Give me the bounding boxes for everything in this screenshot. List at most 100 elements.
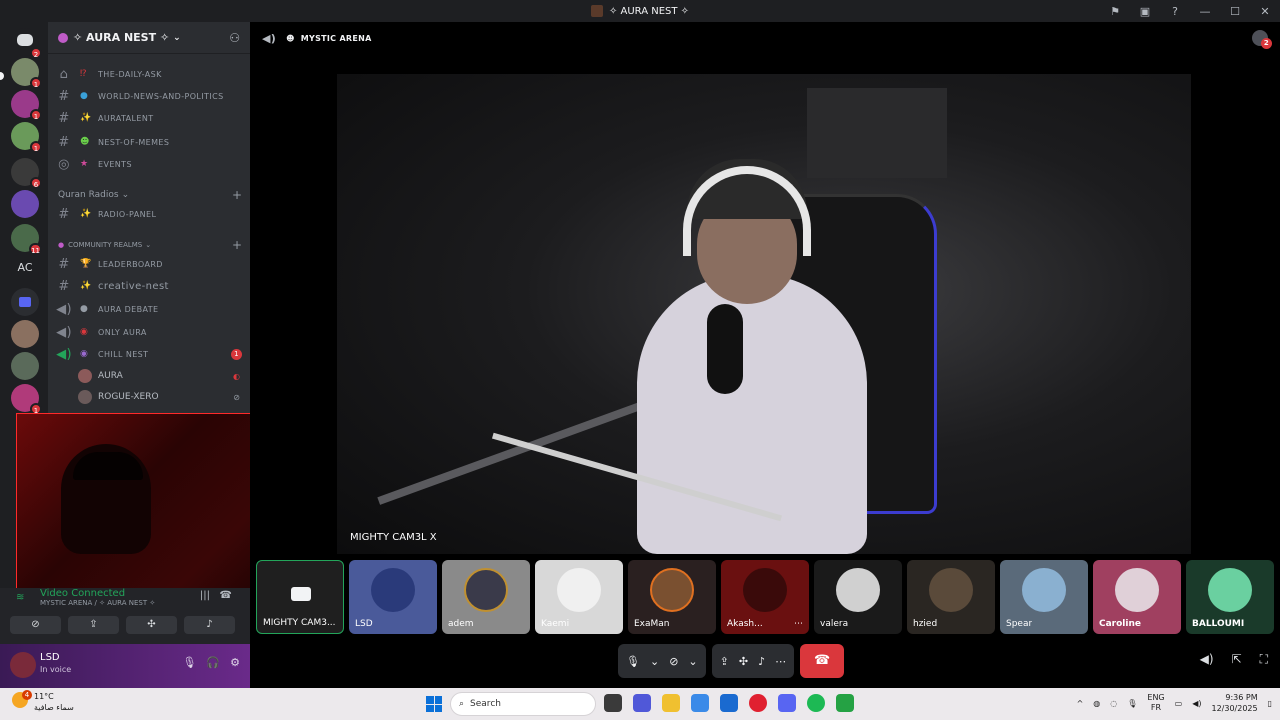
server-icon[interactable] (11, 320, 39, 348)
channel-world-news[interactable]: # ● WORLD-NEWS-AND-POLITICS (56, 86, 242, 106)
create-channel-icon[interactable]: + (232, 238, 242, 252)
noise-suppression-icon[interactable]: ||| (200, 590, 210, 601)
disconnect-icon[interactable]: ☎ (220, 590, 232, 601)
settings-gear-icon[interactable]: ⚙ (230, 656, 240, 669)
more-options-icon[interactable]: ⋯ (775, 655, 786, 668)
language-indicator[interactable]: ENG FR (1147, 693, 1164, 713)
chevron-down-icon[interactable]: ⌄ (688, 655, 697, 668)
activities-button[interactable]: ✣ (126, 616, 177, 634)
fullscreen-icon[interactable]: ⛶ (1260, 652, 1268, 667)
voice-user[interactable]: AURA ◐ (78, 367, 240, 385)
screen-share-button[interactable]: ⇪ (68, 616, 119, 634)
wifi-off-icon[interactable]: ◌ (1110, 699, 1117, 708)
inbox-icon[interactable]: 2 (1252, 30, 1272, 49)
participant-tile[interactable]: Caroline (1093, 560, 1181, 634)
participant-tile[interactable]: Akash... ⋯ (721, 560, 809, 634)
channel-leaderboard[interactable]: # 🏆 LEADERBOARD (56, 254, 242, 274)
close-button[interactable]: ✕ (1250, 5, 1280, 18)
pop-out-icon[interactable]: ⇱ (1232, 652, 1242, 667)
participant-strip: MIGHTY CAM3... LSD adem Kaemi ExaMan Aka… (256, 560, 1280, 634)
voice-user[interactable]: ROGUE-XERO ⊘ (78, 388, 240, 406)
server-ac[interactable]: AC (11, 254, 39, 282)
file-explorer-icon[interactable] (662, 694, 680, 712)
volume-icon[interactable]: ◀) (1200, 652, 1214, 667)
microphone-icon[interactable]: 🎙 (1127, 699, 1137, 708)
folder-icon[interactable] (11, 288, 39, 316)
category-community-realms[interactable]: ● COMMUNITY REALMS ⌄ + (58, 238, 242, 252)
help-icon[interactable]: ? (1160, 5, 1190, 18)
add-member-icon[interactable]: ⚇ (229, 31, 240, 45)
camera-off-icon[interactable]: ⊘ (669, 655, 678, 668)
channel-nest-of-memes[interactable]: # ☻ NEST-OF-MEMES (56, 132, 242, 152)
participant-tile[interactable]: Kaemi (535, 560, 623, 634)
screen-share-icon[interactable]: ⇪ (720, 655, 729, 668)
soundboard-icon[interactable]: ♪ (758, 655, 765, 668)
channel-creative-nest[interactable]: # ✨ creative-nest (56, 276, 242, 296)
copilot-icon[interactable] (691, 694, 709, 712)
inbox-flag-icon[interactable]: ⚑ (1100, 5, 1130, 18)
avatar[interactable] (10, 652, 36, 678)
microphone-icon[interactable]: 🎙 (626, 655, 640, 668)
create-channel-icon[interactable]: + (232, 188, 242, 202)
opera-icon[interactable] (749, 694, 767, 712)
whatsapp-icon[interactable] (836, 694, 854, 712)
channel-events[interactable]: ◎ ★ EVENTS (56, 154, 242, 174)
participant-tile[interactable]: valera (814, 560, 902, 634)
windows-start-icon[interactable] (426, 696, 442, 712)
chevron-down-icon[interactable]: ⌄ (650, 655, 659, 668)
channel-auratalent[interactable]: # ✨ AURATALENT (56, 108, 242, 128)
activities-icon[interactable]: ✣ (739, 655, 748, 668)
participant-tile[interactable]: BALLOUMI (1186, 560, 1274, 634)
weather-widget[interactable]: 4 11°C سماء صافية (12, 690, 74, 712)
disconnect-button[interactable]: ☎ (800, 644, 845, 678)
clock[interactable]: 9:36 PM 12/30/2025 (1211, 692, 1257, 714)
participant-tile[interactable]: adem (442, 560, 530, 634)
participant-tile[interactable]: Spear (1000, 560, 1088, 634)
server-icon[interactable]: 1 (11, 122, 42, 153)
notifications-icon[interactable]: ▯ (1268, 699, 1272, 708)
server-icon[interactable]: 1 (11, 90, 42, 121)
minimize-button[interactable]: — (1190, 5, 1220, 18)
soundboard-button[interactable]: ♪ (184, 616, 235, 634)
server-icon[interactable]: 1 (11, 58, 42, 89)
voice-location[interactable]: MYSTIC ARENA / ✧ AURA NEST ✧ (40, 599, 155, 607)
server-icon[interactable]: 6 (11, 158, 42, 189)
monitor-icon[interactable]: ▣ (1130, 5, 1160, 18)
tray-app-icon[interactable]: ◍ (1093, 699, 1100, 708)
network-icon[interactable]: ▭ (1175, 699, 1183, 708)
participant-tile[interactable]: MIGHTY CAM3... (256, 560, 344, 634)
participant-tile[interactable]: ExaMan (628, 560, 716, 634)
maximize-button[interactable]: ☐ (1220, 5, 1250, 18)
more-options-icon[interactable]: ⋯ (794, 619, 803, 629)
username[interactable]: LSD (40, 652, 60, 663)
channel-radio-panel[interactable]: # ✨ RADIO-PANEL (56, 204, 242, 224)
server-icon[interactable] (11, 190, 39, 218)
channel-only-aura[interactable]: ◀) ◉ ONLY AURA (56, 322, 242, 342)
camera-toggle-button[interactable]: ⊘ (10, 616, 61, 634)
participant-tile[interactable]: LSD (349, 560, 437, 634)
discord-icon[interactable] (778, 694, 796, 712)
discord-home-icon[interactable]: 2 (11, 28, 42, 59)
channel-aura-debate[interactable]: ◀) ● AURA DEBATE (56, 299, 242, 319)
category-quran-radios[interactable]: Quran Radios ⌄ + (58, 188, 242, 202)
server-icon[interactable] (11, 352, 39, 380)
channel-the-daily-ask[interactable]: ⌂ ⁉ THE-DAILY-ASK (56, 64, 242, 84)
microphone-icon[interactable]: 🎙 (182, 656, 196, 669)
channel-chill-nest[interactable]: ◀) ◉ CHILL NEST 1 (56, 344, 242, 364)
store-icon[interactable] (720, 694, 738, 712)
task-view-icon[interactable] (604, 694, 622, 712)
spotify-icon[interactable] (807, 694, 825, 712)
server-icon[interactable]: 1 (11, 384, 42, 415)
chevron-up-icon[interactable]: ^ (1077, 699, 1084, 708)
headphones-icon[interactable]: 🎧 (206, 656, 220, 669)
server-icon[interactable]: 11 (11, 224, 42, 255)
server-header[interactable]: ✧ AURA NEST ✧ ⌄ ⚇ (48, 22, 250, 54)
main-video-stream[interactable] (337, 74, 1191, 554)
search-icon: ⌕ (459, 699, 465, 709)
volume-icon[interactable]: ◀) (1192, 699, 1201, 708)
signal-icon[interactable]: ≋ (16, 592, 24, 603)
taskbar-search[interactable]: ⌕ Search (450, 692, 596, 716)
voice-status[interactable]: Video Connected (40, 588, 125, 599)
chat-icon[interactable] (633, 694, 651, 712)
participant-tile[interactable]: hzied (907, 560, 995, 634)
